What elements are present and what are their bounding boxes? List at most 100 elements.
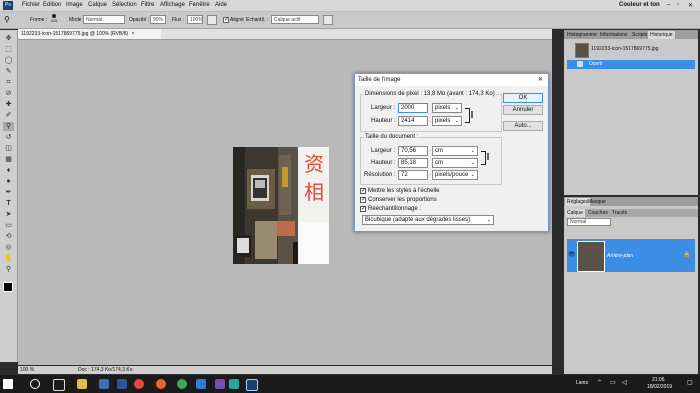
close-icon[interactable]: ✕ [688,2,693,9]
foreground-color-swatch[interactable] [3,282,13,292]
hand-tool-icon[interactable]: ✋ [3,254,14,263]
menu-aide[interactable]: Aide [215,2,227,8]
cancel-button[interactable]: Annuler [503,105,543,115]
resolution-input[interactable]: 72 [398,170,428,180]
menu-image[interactable]: Image [66,2,83,8]
book-icon[interactable] [229,379,239,389]
blur-tool-icon[interactable]: ♦ [3,166,14,175]
menu-fenetre[interactable]: Fenêtre [189,2,210,8]
document-tab[interactable]: 1192233-icon-1517869775.jpg @ 100% (RVB/… [18,29,161,39]
workspace-switcher[interactable]: Couleur et ton [619,2,660,8]
echant-select[interactable]: Calque actif [271,15,319,24]
minimize-icon[interactable]: – [667,2,670,8]
maximize-icon[interactable]: ▫ [677,2,679,8]
document-image[interactable]: 资 相 [233,147,329,264]
tab-histogramme[interactable]: Histogramme [565,31,599,39]
history-brush-icon[interactable]: ↺ [3,133,14,142]
px-height-unit[interactable]: pixels ⌄ [432,116,462,126]
zoom-level[interactable]: 100 % [20,366,34,374]
type-tool-icon[interactable]: T [3,199,14,208]
clone-stamp-icon[interactable]: ⚲ [3,122,14,131]
menu-fichier[interactable]: Fichier [22,2,40,8]
resample-checkbox[interactable]: ✓ [360,206,366,212]
chrome-icon[interactable] [134,379,144,389]
photoshop-taskbar-icon[interactable] [246,379,258,391]
doc-size-info[interactable]: Doc : 174,3 Ko/174,3 Ko [78,366,132,374]
stamp-tool-icon[interactable]: ⚲ [4,15,13,24]
tab-scripts[interactable]: Scripts [630,31,649,39]
layer-row-background[interactable]: 👁 Arrière-plan 🔒 [567,239,695,272]
menu-filtre[interactable]: Filtre [141,2,154,8]
notification-icon[interactable]: ▢ [687,379,693,386]
menu-selection[interactable]: Sélection [112,2,137,8]
px-width-unit[interactable]: pixels ⌄ [432,103,462,113]
tab-calque[interactable]: Calque [565,209,585,217]
language-indicator[interactable]: Liens [576,380,588,386]
chrome-icon-2[interactable] [177,379,187,389]
tab-masque[interactable]: Masque [586,198,608,206]
network-icon[interactable]: ▭ [610,379,616,386]
brush-preview[interactable]: 415 [50,14,58,26]
file-explorer-icon[interactable] [77,379,87,389]
dialog-close-icon[interactable]: ✕ [538,74,543,86]
px-width-input[interactable]: 2000 [398,103,428,113]
ignore-adjust-icon[interactable] [323,15,333,25]
scale-styles-checkbox[interactable]: ✓ [360,188,366,194]
tab-historique[interactable]: Historique [648,31,675,39]
resolution-unit[interactable]: pixels/pouce ⌄ [432,170,478,180]
word-icon[interactable] [117,379,127,389]
clock-date[interactable]: 18/02/2019 [647,384,672,390]
pen-tool-icon[interactable]: ✒ [3,188,14,197]
firefox-icon[interactable] [156,379,166,389]
path-select-icon[interactable]: ➤ [3,210,14,219]
auto-button[interactable]: Auto... [503,121,543,131]
px-height-input[interactable]: 2414 [398,116,428,126]
tab-couches[interactable]: Couches [586,209,610,217]
doc-width-input[interactable]: 70,56 [398,146,428,156]
volume-icon[interactable]: ◁ [622,379,627,386]
lasso-tool-icon[interactable]: ◯ [3,56,14,65]
layer-blend-select[interactable]: Normal [567,218,611,226]
healing-brush-icon[interactable]: ✚ [3,100,14,109]
gradient-tool-icon[interactable]: ▦ [3,155,14,164]
flux-input[interactable]: 100% [187,15,203,24]
tab-traces[interactable]: Tracés [610,209,629,217]
3d-orbit-icon[interactable]: ◎ [3,243,14,252]
menu-affichage[interactable]: Affichage [160,2,185,8]
store-icon[interactable] [99,379,109,389]
aligne-checkbox[interactable]: ✓ [223,17,229,23]
marquee-tool-icon[interactable]: ⬚ [3,45,14,54]
move-tool-icon[interactable]: ✥ [3,34,14,43]
clock-time[interactable]: 21:06 [652,377,665,383]
eyedropper-icon[interactable]: ⊘ [3,89,14,98]
crop-tool-icon[interactable]: ⌗ [3,78,14,87]
tray-chevron-icon[interactable]: ⌃ [597,379,602,386]
menu-calque[interactable]: Calque [88,2,107,8]
mail-icon[interactable] [196,379,206,389]
mode-select[interactable]: Normal [83,15,125,24]
history-step-open[interactable]: Ouvrir [567,60,695,69]
ok-button[interactable]: OK [503,93,543,103]
opacity-input[interactable]: 90% [150,15,166,24]
tab-close-icon[interactable]: × [132,31,135,37]
task-view-icon[interactable] [53,379,65,391]
doc-height-unit[interactable]: cm ⌄ [432,158,478,168]
zoom-tool-icon[interactable]: ⚲ [3,265,14,274]
eye-icon[interactable]: 👁 [568,251,576,258]
dodge-tool-icon[interactable]: ● [3,177,14,186]
menu-edition[interactable]: Edition [43,2,61,8]
resample-method-select[interactable]: Bicubique (adapté aux dégradés lisses) ⌄ [362,215,494,225]
doc-height-input[interactable]: 85,18 [398,158,428,168]
constrain-proportions-checkbox[interactable]: ✓ [360,197,366,203]
eraser-tool-icon[interactable]: ◫ [3,144,14,153]
airbrush-icon[interactable] [207,15,217,25]
tab-informations[interactable]: Informations [598,31,630,39]
3d-rotate-icon[interactable]: ⟲ [3,232,14,241]
shape-tool-icon[interactable]: ▭ [3,221,14,230]
search-icon[interactable] [30,379,40,389]
photos-icon[interactable] [215,379,225,389]
quick-select-icon[interactable]: ✎ [3,67,14,76]
windows-start-icon[interactable] [3,379,13,389]
brush-tool-icon[interactable]: ✐ [3,111,14,120]
history-snapshot[interactable]: 1192233-icon-1517869775.jpg [567,42,695,58]
